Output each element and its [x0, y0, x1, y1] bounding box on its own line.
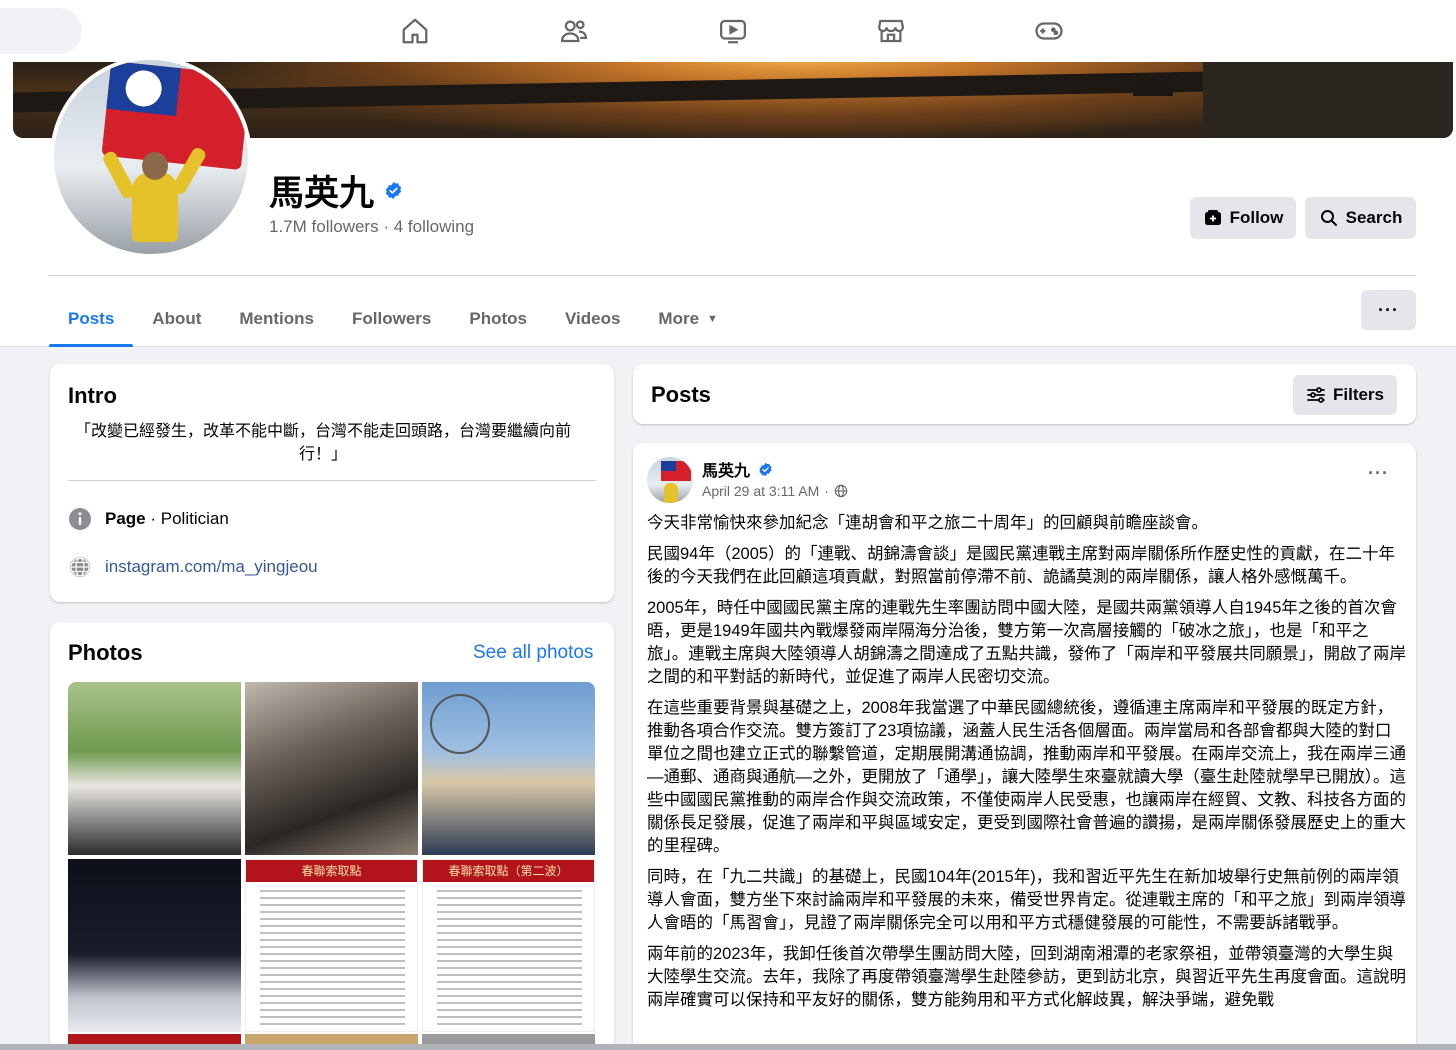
- search-icon: [1320, 210, 1337, 226]
- gaming-icon[interactable]: [1031, 13, 1067, 49]
- tab-mentions[interactable]: Mentions: [220, 290, 333, 347]
- flag-graphic: [101, 60, 248, 171]
- photo-banner-text: 春聯索取點: [246, 860, 417, 882]
- post-meta-separator: ·: [824, 483, 829, 499]
- tab-about[interactable]: About: [133, 290, 220, 347]
- photo-thumbnail[interactable]: 春聯索取點（第二波）: [422, 859, 595, 1032]
- post-author-row: 馬英九: [702, 457, 773, 481]
- profile-name-row: 馬英九: [269, 165, 403, 216]
- follow-icon: [1204, 210, 1221, 225]
- profile-stats: 1.7M followers · 4 following: [269, 217, 474, 237]
- post-meta: April 29 at 3:11 AM ·: [702, 483, 848, 499]
- verified-badge-icon: [385, 181, 402, 200]
- tab-more-label: More: [658, 308, 700, 328]
- post-paragraph: 民國94年（2005）的「連戰、胡錦濤會談」是國民黨連戰主席對兩岸關係所作歷史性…: [647, 545, 1396, 586]
- home-icon[interactable]: [397, 13, 433, 49]
- intro-divider: [68, 480, 596, 481]
- photo-banner-text: 春聯索取點（第二波）: [423, 860, 594, 882]
- intro-page-row: Page · Politician: [68, 507, 229, 531]
- tab-photos[interactable]: Photos: [450, 290, 546, 347]
- filters-label: Filters: [1332, 385, 1385, 404]
- post-author-avatar[interactable]: [647, 457, 693, 503]
- profile-tabs: Posts About Mentions Followers Photos Vi…: [49, 290, 737, 347]
- post-card: 馬英九 April 29 at 3:11 AM · ··· 今天非常愉快來參加紀…: [633, 443, 1416, 1050]
- following-count[interactable]: 4 following: [394, 217, 474, 236]
- post-paragraph: 兩年前的2023年，我卸任後首次帶學生團訪問大陸，回到湖南湘潭的老家祭祖，並帶領…: [647, 945, 1406, 1009]
- profile-avatar[interactable]: [50, 56, 252, 258]
- photos-grid: 春聯索取點 春聯索取點（第二波）: [68, 682, 596, 1032]
- posts-header-card: Posts Filters: [633, 364, 1416, 424]
- photo-thumbnail[interactable]: 春聯索取點: [245, 859, 418, 1032]
- post-paragraph: 在這些重要背景與基礎之上，2008年我當選了中華民國總統後，遵循連主席兩岸和平發…: [647, 699, 1406, 855]
- intro-link-row: instagram.com/ma_yingjeou: [68, 555, 318, 579]
- instagram-link[interactable]: instagram.com/ma_yingjeou: [105, 557, 318, 577]
- tab-more[interactable]: More ▼: [639, 290, 737, 347]
- post-paragraph: 同時，在「九二共識」的基礎上，民國104年(2015年)，我和習近平先生在新加坡…: [647, 868, 1406, 932]
- photo-thumbnail[interactable]: [422, 682, 595, 855]
- profile-header: 馬英九 1.7M followers · 4 following Follow …: [0, 56, 1456, 347]
- posts-title: Posts: [651, 382, 711, 407]
- photos-title: Photos: [68, 640, 143, 665]
- search-label: Search: [1345, 208, 1403, 227]
- marketplace-icon[interactable]: [873, 13, 909, 49]
- photo-thumbnail[interactable]: [68, 859, 241, 1032]
- profile-name: 馬英九: [269, 174, 375, 213]
- filters-icon: [1307, 387, 1325, 403]
- tab-posts[interactable]: Posts: [49, 290, 134, 347]
- post-timestamp[interactable]: April 29 at 3:11 AM: [702, 483, 819, 499]
- photo-thumbnail[interactable]: [245, 682, 418, 855]
- search-button[interactable]: Search: [1305, 197, 1416, 239]
- post-author-name[interactable]: 馬英九: [702, 457, 750, 481]
- top-navigation-bar: [0, 0, 1456, 62]
- photo-thumbnail[interactable]: [68, 682, 241, 855]
- post-paragraph: 今天非常愉快來參加紀念「連胡會和平之旅二十周年」的回顧與前瞻座談會。: [647, 514, 1208, 532]
- globe-icon: [70, 557, 90, 577]
- info-icon: [69, 508, 91, 530]
- intro-title: Intro: [68, 383, 117, 408]
- intro-card: Intro 「改變已經發生，改革不能中斷，台灣不能走回頭路，台灣要繼續向前行！」…: [50, 364, 614, 602]
- page-label: Page: [105, 509, 146, 528]
- follow-label: Follow: [1229, 208, 1284, 227]
- stats-separator: ·: [383, 217, 390, 236]
- followers-count[interactable]: 1.7M followers: [269, 217, 379, 236]
- bottom-scroll-edge: [0, 1044, 1456, 1050]
- intro-bio: 「改變已經發生，改革不能中斷，台灣不能走回頭路，台灣要繼續向前行！」: [74, 423, 571, 463]
- tab-videos[interactable]: Videos: [546, 290, 639, 347]
- more-options-button[interactable]: ···: [1361, 290, 1416, 330]
- follow-button[interactable]: Follow: [1190, 197, 1296, 239]
- page-category: · Politician: [145, 509, 229, 528]
- chevron-down-icon: ▼: [707, 312, 718, 325]
- post-body: 今天非常愉快來參加紀念「連胡會和平之旅二十周年」的回顧與前瞻座談會。 民國94年…: [647, 512, 1407, 1020]
- verified-badge-icon: [759, 462, 772, 476]
- filters-button[interactable]: Filters: [1293, 375, 1397, 415]
- post-paragraph: 2005年，時任中國國民黨主席的連戰先生率團訪問中國大陸，是國共兩黨領導人自19…: [647, 599, 1406, 686]
- friends-icon[interactable]: [556, 13, 592, 49]
- see-all-photos-link[interactable]: See all photos: [473, 642, 593, 664]
- privacy-globe-icon[interactable]: [834, 484, 848, 498]
- header-divider: [49, 275, 1416, 276]
- tab-followers[interactable]: Followers: [333, 290, 450, 347]
- video-icon[interactable]: [715, 13, 751, 49]
- global-search-box[interactable]: [0, 8, 82, 54]
- photos-card: Photos See all photos 春聯索取點 春聯索取點（第二波）: [50, 622, 614, 1050]
- post-options-button[interactable]: ···: [1368, 463, 1389, 484]
